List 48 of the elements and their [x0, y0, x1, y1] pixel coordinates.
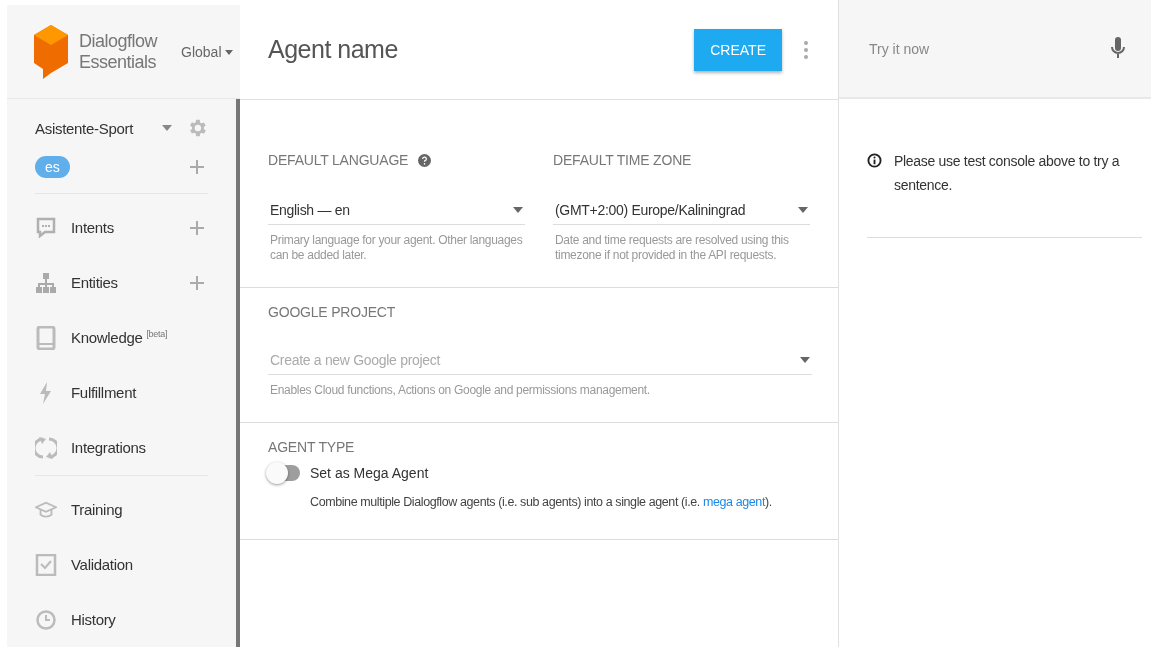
- add-icon[interactable]: [190, 220, 204, 235]
- nav-item[interactable]: Training: [35, 499, 123, 520]
- help-text: Primary language for your agent. Other languages can be added later.: [270, 233, 523, 263]
- section-label: DEFAULT TIME ZONE: [553, 152, 692, 168]
- help-text: Date and time requests are resolved using this timezone if not provided in the API requests.: [555, 233, 790, 263]
- caret-icon[interactable]: [798, 207, 808, 213]
- help-text: Enables Cloud functions, Actions on Google and permissions management.: [270, 383, 651, 398]
- book-icon: [35, 325, 57, 350]
- microphone-icon[interactable]: [1111, 36, 1125, 61]
- chat-icon: [35, 216, 57, 239]
- caret-icon[interactable]: [162, 125, 172, 131]
- nav-item[interactable]: Integrations: [35, 435, 146, 460]
- caret-icon[interactable]: [225, 50, 234, 56]
- add-icon[interactable]: [190, 275, 204, 290]
- test-input[interactable]: Try it now: [867, 39, 1111, 58]
- nav-item[interactable]: Entities: [35, 271, 118, 294]
- agent-name[interactable]: Asistente-Sport: [35, 119, 162, 137]
- sync-icon: [35, 435, 57, 460]
- graduation-cap-icon: [35, 499, 57, 520]
- description-text: Combine multiple Dialogflow agents (i.e. sub agents) into a single agent (i.e. mega agent).: [310, 495, 773, 509]
- toggle-switch[interactable]: [268, 465, 300, 481]
- info-message: Please use test console above to try a sentence.: [894, 152, 1121, 195]
- section-label: AGENT TYPE: [268, 439, 355, 455]
- mega-agent-link[interactable]: mega agent: [702, 495, 765, 509]
- clock-icon: [35, 609, 57, 630]
- caret-icon[interactable]: [513, 207, 523, 213]
- section-label: GOOGLE PROJECT: [268, 304, 396, 320]
- region-dropdown[interactable]: Global: [181, 43, 234, 60]
- checkbox-icon: [35, 553, 57, 576]
- help-icon[interactable]: [418, 153, 432, 167]
- brand-name: Essentials: [79, 51, 158, 73]
- timezone-dropdown[interactable]: (GMT+2:00) Europe/Kaliningrad: [553, 198, 810, 225]
- section-label: DEFAULT LANGUAGE: [268, 152, 409, 168]
- toggle-label: Set as Mega Agent: [310, 465, 429, 481]
- language-dropdown[interactable]: English — en: [268, 198, 525, 225]
- caret-icon[interactable]: [800, 357, 810, 363]
- add-icon[interactable]: [190, 160, 204, 174]
- brand-name: Dialogflow: [79, 30, 158, 52]
- nav-item[interactable]: Validation: [35, 553, 133, 576]
- nav-item[interactable]: Intents: [35, 216, 114, 239]
- logo-icon: [33, 22, 69, 81]
- hierarchy-icon: [35, 271, 57, 294]
- page-title: Agent name: [268, 35, 399, 64]
- info-icon: [867, 153, 882, 168]
- more-icon[interactable]: [804, 40, 808, 59]
- nav-item[interactable]: Fulfillment: [35, 381, 137, 404]
- nav-item[interactable]: History: [35, 609, 116, 630]
- nav-item[interactable]: Knowledge $^{[beta]}$: [35, 325, 168, 350]
